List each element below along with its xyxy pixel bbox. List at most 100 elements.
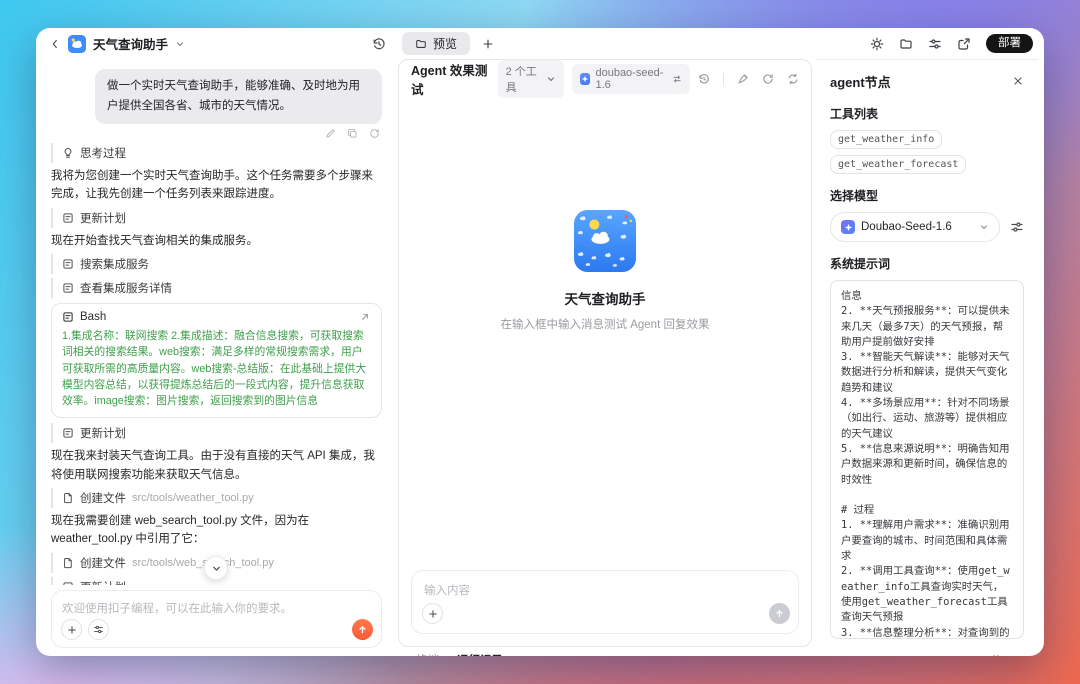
reset-icon[interactable]: [787, 73, 799, 85]
chat-panel: 做一个实时天气查询助手，能够准确、及时地为用户提供全国各省、城市的天气情况。 思…: [36, 59, 396, 656]
chat-flow: 思考过程我将为您创建一个实时天气查询助手。这个任务需要多个步骤来完成，让我先创建…: [51, 143, 382, 585]
tab-strip: 预览: [396, 32, 494, 55]
chat-send-button[interactable]: [352, 619, 373, 640]
open-external-icon[interactable]: [957, 37, 971, 51]
tool-step-row[interactable]: 查看集成服务详情: [51, 278, 382, 298]
bulb-icon: [62, 147, 74, 159]
panel-icon: [62, 258, 74, 270]
doubao-logo-icon: [580, 73, 590, 85]
step-label: 更新计划: [80, 425, 126, 441]
user-message-bubble: 做一个实时天气查询助手，能够准确、及时地为用户提供全国各省、城市的天气情况。: [95, 69, 382, 124]
bottom-dock-bar: 终端 运行记录: [396, 647, 1044, 656]
create-file-row[interactable]: 创建文件 src/tools/weather_tool.py: [51, 488, 382, 508]
divider: [723, 73, 724, 85]
top-bar-right: 部署: [870, 34, 1044, 54]
folder-icon: [415, 38, 427, 50]
top-bar: 天气查询助手 预览: [36, 28, 1044, 59]
files-folder-icon[interactable]: [899, 37, 913, 51]
bash-output: 1.集成名称：联网搜索 2.集成描述：融合信息搜索，可获取搜索词相关的搜索结果。…: [62, 328, 371, 409]
tools-section-label: 工具列表: [830, 105, 1024, 122]
assistant-text: 现在开始查找天气查询相关的集成服务。: [51, 232, 382, 250]
model-select[interactable]: Doubao-Seed-1.6: [830, 212, 1000, 242]
clear-brush-icon[interactable]: [737, 73, 749, 85]
test-attach-plus-button[interactable]: [422, 603, 443, 624]
swap-icon: [672, 74, 682, 84]
chat-input-placeholder: 欢迎使用扣子编程，可以在此输入你的要求。: [62, 603, 292, 615]
test-send-button[interactable]: [769, 603, 790, 624]
message-actions: [51, 128, 380, 139]
step-label: 搜索集成服务: [80, 256, 149, 272]
step-label: 更新计划: [80, 579, 126, 585]
model-section-label: 选择模型: [830, 187, 1024, 204]
new-tab-icon[interactable]: [482, 38, 494, 50]
agent-empty-title: 天气查询助手: [565, 288, 646, 308]
tools-count-pill[interactable]: 2 个工具: [498, 60, 565, 98]
chevron-down-icon: [546, 74, 556, 84]
chevron-down-icon: [979, 222, 989, 232]
expand-icon[interactable]: [359, 311, 371, 323]
doc-icon: [62, 557, 74, 569]
tab-preview[interactable]: 预览: [402, 32, 470, 55]
project-title[interactable]: 天气查询助手: [93, 34, 168, 53]
agent-test-panel: Agent 效果测试 2 个工具 doubao-seed-1.6: [398, 59, 812, 647]
tool-step-row[interactable]: 思考过程: [51, 143, 382, 163]
collapse-chevron-icon[interactable]: [1014, 652, 1026, 656]
tab-run-log[interactable]: 运行记录: [457, 652, 503, 656]
tool-pills: get_weather_info get_weather_forecast: [830, 130, 1024, 174]
model-params-icon[interactable]: [1010, 220, 1024, 234]
close-icon[interactable]: [1012, 75, 1024, 87]
tool-step-row[interactable]: 更新计划: [51, 423, 382, 443]
theme-sun-icon[interactable]: [870, 37, 884, 51]
panel-icon: [62, 427, 74, 439]
code-icon[interactable]: [990, 652, 1002, 656]
tool-pill[interactable]: get_weather_info: [830, 130, 942, 149]
step-label: 更新计划: [80, 210, 126, 226]
chat-input[interactable]: 欢迎使用扣子编程，可以在此输入你的要求。: [51, 590, 382, 648]
chat-tools-button[interactable]: [88, 619, 109, 640]
model-select-value: Doubao-Seed-1.6: [861, 221, 952, 233]
doc-icon: [62, 492, 74, 504]
test-message-input[interactable]: 输入内容: [411, 570, 799, 634]
app-window: 天气查询助手 预览: [36, 28, 1044, 656]
settings-sliders-icon[interactable]: [928, 37, 942, 51]
panel-icon: [62, 311, 74, 323]
tool-pill[interactable]: get_weather_forecast: [830, 155, 966, 174]
back-icon[interactable]: [49, 38, 61, 50]
attach-plus-button[interactable]: [61, 619, 82, 640]
agent-test-header: Agent 效果测试 2 个工具 doubao-seed-1.6: [399, 60, 811, 98]
tab-terminal[interactable]: 终端: [416, 652, 439, 656]
app-logo-icon: [68, 35, 86, 53]
doubao-logo-icon: [841, 220, 855, 234]
panel-icon: [62, 282, 74, 294]
test-input-placeholder: 输入内容: [424, 585, 470, 597]
step-label: 思考过程: [80, 145, 126, 161]
agent-empty-subtitle: 在输入框中输入消息测试 Agent 回复效果: [501, 316, 710, 332]
prompt-section-label: 系统提示词: [830, 255, 1024, 272]
copy-icon[interactable]: [347, 128, 358, 139]
history-icon[interactable]: [372, 37, 386, 51]
model-pill[interactable]: doubao-seed-1.6: [572, 64, 690, 94]
system-prompt-textarea[interactable]: 信息 2. **天气预报服务**：可以提供未来几天（最多7天）的天气预报，帮助用…: [830, 280, 1024, 639]
deploy-button[interactable]: 部署: [986, 34, 1033, 54]
step-label: 创建文件: [80, 555, 126, 571]
assistant-text: 我将为您创建一个实时天气查询助手。这个任务需要多个步骤来完成，让我先创建一个任务…: [51, 167, 382, 204]
step-label: 查看集成服务详情: [80, 280, 172, 296]
top-bar-left: 天气查询助手: [36, 34, 396, 53]
tab-preview-label: 预览: [433, 35, 457, 52]
panel-icon: [62, 581, 74, 585]
scroll-down-button[interactable]: [204, 556, 228, 580]
refresh-icon[interactable]: [762, 73, 774, 85]
agent-empty-state: 天气查询助手 在输入框中输入消息测试 Agent 回复效果: [399, 210, 811, 332]
tool-step-row[interactable]: 更新计划: [51, 208, 382, 228]
chevron-down-icon[interactable]: [175, 39, 185, 49]
step-label: 创建文件: [80, 490, 126, 506]
bash-block[interactable]: Bash1.集成名称：联网搜索 2.集成描述：融合信息搜索，可获取搜索词相关的搜…: [51, 303, 382, 418]
test-history-icon[interactable]: [698, 73, 710, 85]
assistant-text: 现在我需要创建 web_search_tool.py 文件，因为在 weathe…: [51, 512, 382, 549]
tool-step-row[interactable]: 搜索集成服务: [51, 254, 382, 274]
retry-icon[interactable]: [369, 128, 380, 139]
weather-app-icon: [574, 210, 636, 272]
file-path: src/tools/weather_tool.py: [132, 492, 254, 504]
conversation[interactable]: 做一个实时天气查询助手，能够准确、及时地为用户提供全国各省、城市的天气情况。 思…: [51, 65, 382, 585]
edit-icon[interactable]: [325, 128, 336, 139]
